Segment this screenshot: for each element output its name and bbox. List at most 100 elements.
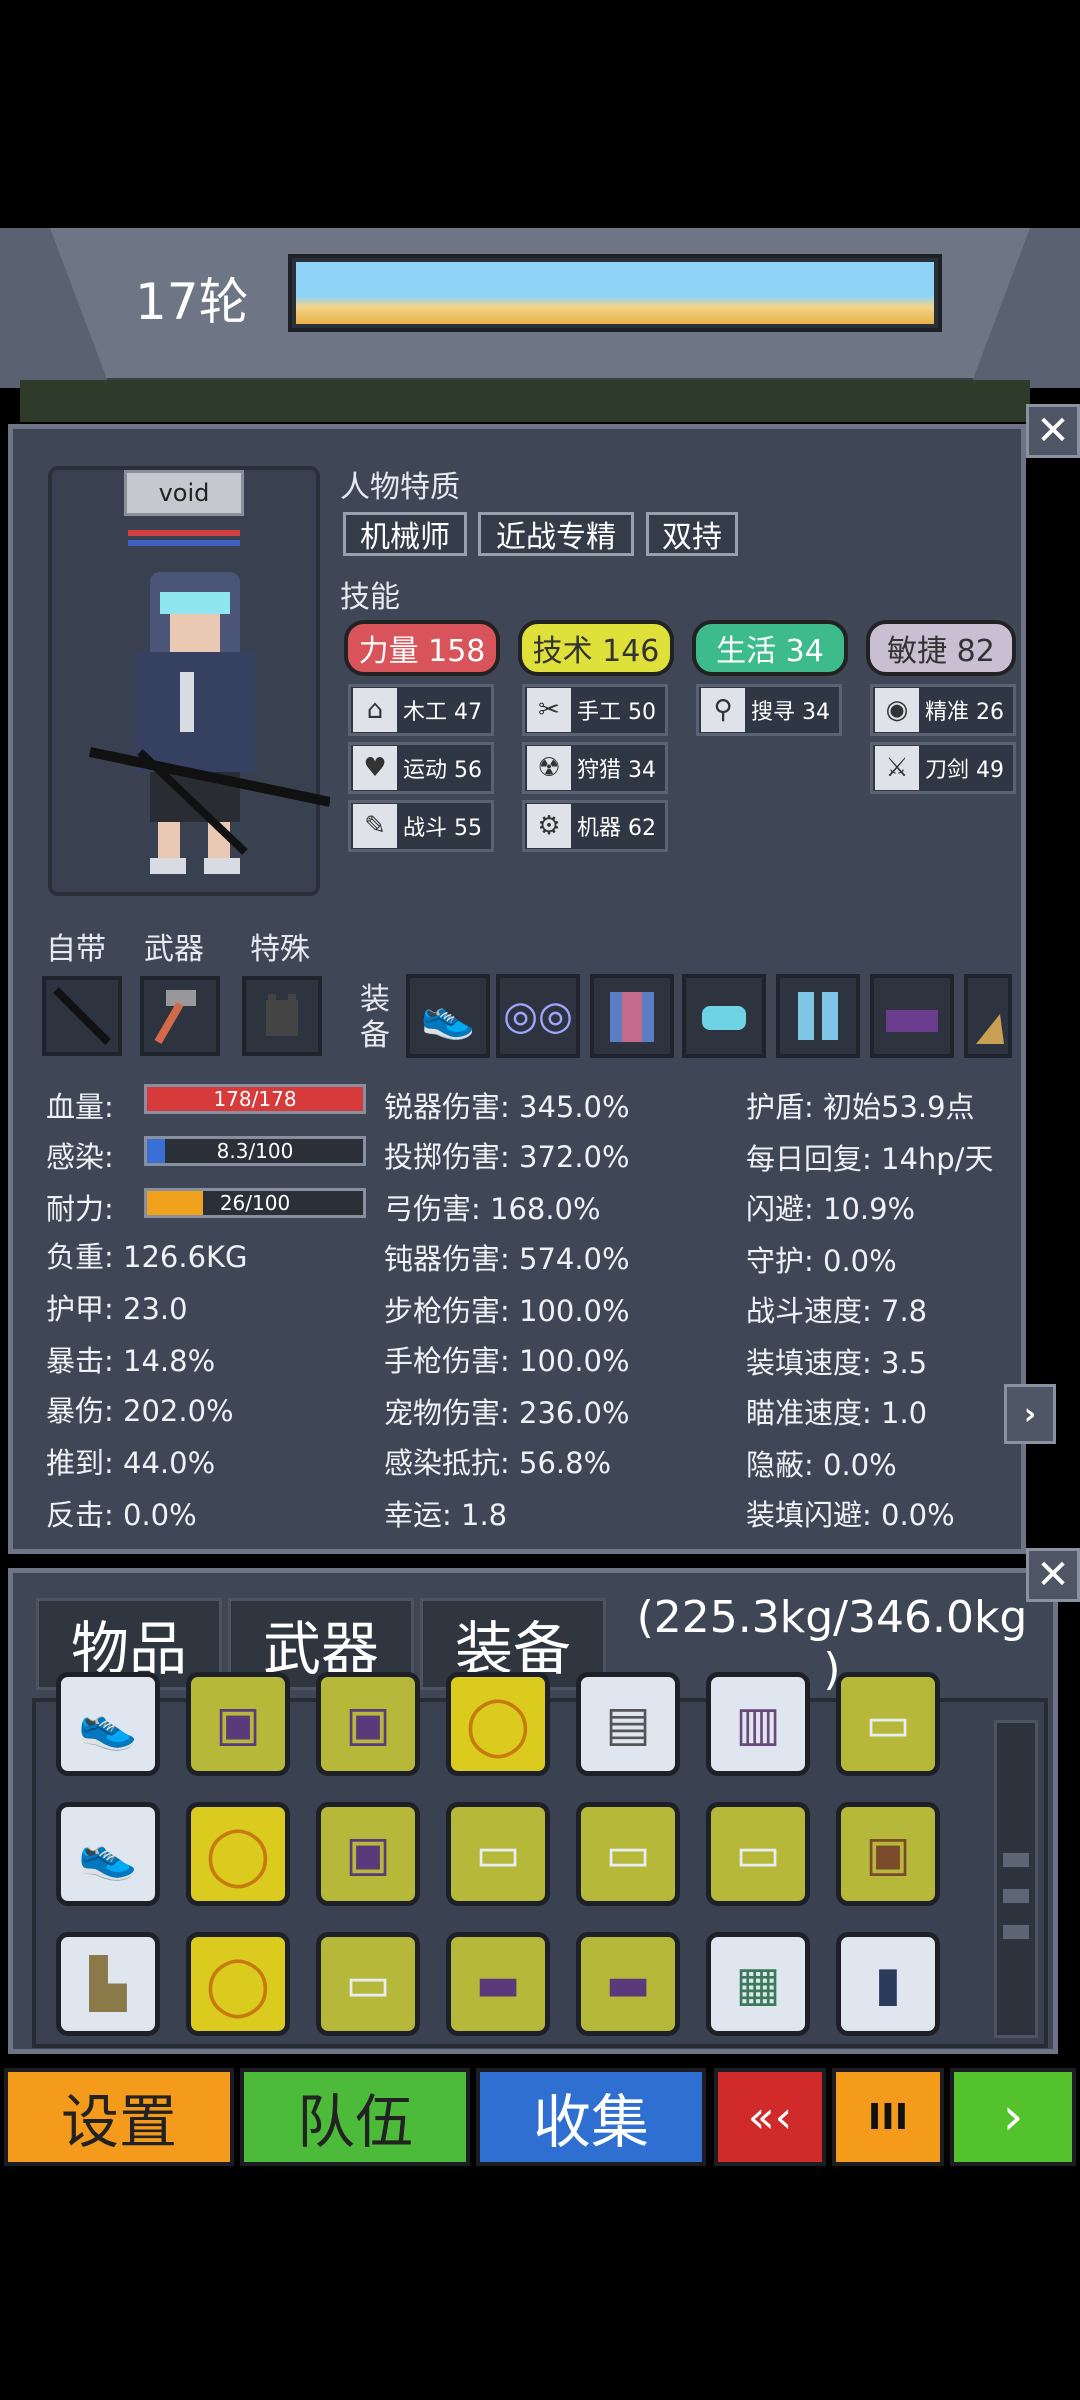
stat-hp-label: 血量: xyxy=(46,1090,114,1124)
shirt-icon: ▤ xyxy=(605,1696,651,1752)
inventory-item[interactable]: ▬ xyxy=(576,1932,680,2036)
inventory-item[interactable]: ▭ xyxy=(316,1932,420,2036)
stat-counter: 反击: 0.0% xyxy=(46,1498,197,1532)
sub-skill-machinery[interactable]: ⚙ 机器 62 xyxy=(522,800,668,852)
sub-skill-search[interactable]: ⚲ 搜寻 34 xyxy=(696,684,842,736)
radiation-icon: ☢ xyxy=(527,746,571,790)
mask-icon xyxy=(702,1006,746,1030)
shoes-icon: ▬ xyxy=(605,1956,651,2012)
inventory-item[interactable]: ▬ xyxy=(446,1932,550,2036)
inventory-item[interactable]: ◯ xyxy=(186,1932,290,2036)
glasses-icon: ◎◎ xyxy=(503,993,573,1039)
day-progress-fill xyxy=(296,262,934,324)
gear-icon: ⚙ xyxy=(527,804,571,848)
stat-dodge: 闪避: 10.9% xyxy=(746,1192,916,1226)
scenery-strip xyxy=(20,380,1030,422)
inventory-item[interactable]: ▣ xyxy=(186,1672,290,1776)
inventory-scrollbar[interactable] xyxy=(994,1720,1038,2038)
skill-agility[interactable]: 敏捷 82 xyxy=(866,620,1016,676)
equip-slot-glasses[interactable]: ◎◎ xyxy=(496,974,580,1058)
round-counter: 17轮 xyxy=(135,273,249,331)
next-page-button[interactable]: › xyxy=(1004,1384,1056,1444)
sub-skill-blade[interactable]: ⚔ 刀剑 49 xyxy=(870,742,1016,794)
special-slot[interactable] xyxy=(242,976,322,1056)
hp-bar: 178/178 xyxy=(144,1084,366,1114)
character-name-tag: void xyxy=(124,470,244,516)
inventory-item[interactable]: ▭ xyxy=(836,1672,940,1776)
scissors-icon: ✂ xyxy=(527,688,571,732)
vest-icon: ▦ xyxy=(735,1956,781,2012)
inventory-item[interactable]: ▤ xyxy=(576,1672,680,1776)
trait-chip[interactable]: 近战专精 xyxy=(478,512,634,556)
inventory-item[interactable]: ▣ xyxy=(316,1802,420,1906)
inventory-item[interactable]: ▙ xyxy=(56,1932,160,2036)
next-button[interactable]: › xyxy=(950,2068,1076,2166)
inventory-item[interactable]: ▮ xyxy=(836,1932,940,2036)
inventory-item[interactable]: ▣ xyxy=(316,1672,420,1776)
portrait-hp-bar xyxy=(128,530,240,536)
sub-skill-hunting[interactable]: ☢ 狩猎 34 xyxy=(522,742,668,794)
stat-reload-speed: 装填速度: 3.5 xyxy=(746,1346,928,1380)
trait-chip[interactable]: 机械师 xyxy=(343,512,467,556)
stat-luck: 幸运: 1.8 xyxy=(384,1498,508,1532)
inventory-item[interactable]: 👟 xyxy=(56,1802,160,1906)
bag-icon: ▭ xyxy=(735,1826,781,1882)
stat-load: 负重: 126.6KG xyxy=(46,1240,248,1274)
stat-crit: 暴击: 14.8% xyxy=(46,1344,216,1378)
inventory-item[interactable]: ▭ xyxy=(706,1802,810,1906)
close-character-panel-button[interactable]: ✕ xyxy=(1026,404,1080,458)
collect-button[interactable]: 收集 xyxy=(476,2068,706,2166)
ring-icon: ◯ xyxy=(205,1820,271,1888)
trait-chip[interactable]: 双持 xyxy=(646,512,738,556)
skill-life[interactable]: 生活 34 xyxy=(692,620,848,676)
rewind-button[interactable]: «‹ xyxy=(714,2068,826,2166)
inventory-item[interactable]: ▥ xyxy=(706,1672,810,1776)
sub-skill-combat[interactable]: ✎ 战斗 55 xyxy=(348,800,494,852)
pause-button[interactable]: III xyxy=(832,2068,944,2166)
settings-button[interactable]: 设置 xyxy=(4,2068,234,2166)
weapon-slot-label: 武器 xyxy=(144,932,204,967)
sub-skill-precision[interactable]: ◉ 精准 26 xyxy=(870,684,1016,736)
traits-title: 人物特质 xyxy=(340,470,460,505)
stat-bow-damage: 弓伤害: 168.0% xyxy=(384,1192,601,1226)
equip-slot-boots[interactable] xyxy=(776,974,860,1058)
stat-knockdown: 推到: 44.0% xyxy=(46,1446,216,1480)
stat-guard: 守护: 0.0% xyxy=(746,1244,897,1278)
skill-strength[interactable]: 力量 158 xyxy=(344,620,500,676)
stat-daily-regen: 每日回复: 14hp/天 xyxy=(746,1142,994,1176)
stat-sharp-damage: 锐器伤害: 345.0% xyxy=(384,1090,630,1124)
equip-slot-gloves[interactable] xyxy=(870,974,954,1058)
boot-icon: ▙ xyxy=(89,1956,127,2012)
skill-technique[interactable]: 技术 146 xyxy=(518,620,674,676)
inventory-item[interactable]: ◯ xyxy=(186,1802,290,1906)
inventory-item[interactable]: 👟 xyxy=(56,1672,160,1776)
weapon-slot[interactable] xyxy=(140,976,220,1056)
shoes-icon xyxy=(886,1010,938,1032)
stat-reload-dodge: 装填闪避: 0.0% xyxy=(746,1498,955,1532)
sub-skill-crafting[interactable]: ✂ 手工 50 xyxy=(522,684,668,736)
stat-combat-speed: 战斗速度: 7.8 xyxy=(746,1294,928,1328)
broom-icon xyxy=(976,1014,1004,1044)
equip-slot-mask[interactable] xyxy=(682,974,766,1058)
inventory-item[interactable]: ▭ xyxy=(576,1802,680,1906)
equip-slot-armor[interactable] xyxy=(590,974,674,1058)
cloth-icon: ▥ xyxy=(735,1696,781,1752)
cat-icon xyxy=(266,994,298,1036)
backpack-icon: ▣ xyxy=(345,1696,391,1752)
stat-crit-damage: 暴伤: 202.0% xyxy=(46,1394,234,1428)
sub-skill-carpentry[interactable]: ⌂ 木工 47 xyxy=(348,684,494,736)
equip-slot-shoes[interactable]: 👟 xyxy=(406,974,490,1058)
inventory-item[interactable]: ▦ xyxy=(706,1932,810,2036)
bag-icon: ▭ xyxy=(345,1956,391,2012)
stat-aim-speed: 瞄准速度: 1.0 xyxy=(746,1396,928,1430)
inventory-item[interactable]: ▭ xyxy=(446,1802,550,1906)
stamina-bar: 26/100 xyxy=(144,1188,366,1218)
stamina-value: 26/100 xyxy=(219,1191,291,1215)
sub-skill-athletics[interactable]: ♥ 运动 56 xyxy=(348,742,494,794)
inventory-item[interactable]: ▣ xyxy=(836,1802,940,1906)
team-button[interactable]: 队伍 xyxy=(240,2068,470,2166)
builtin-slot[interactable] xyxy=(42,976,122,1056)
portrait-status-bar xyxy=(128,540,240,546)
equip-slot-extra[interactable] xyxy=(964,974,1012,1058)
inventory-item[interactable]: ◯ xyxy=(446,1672,550,1776)
